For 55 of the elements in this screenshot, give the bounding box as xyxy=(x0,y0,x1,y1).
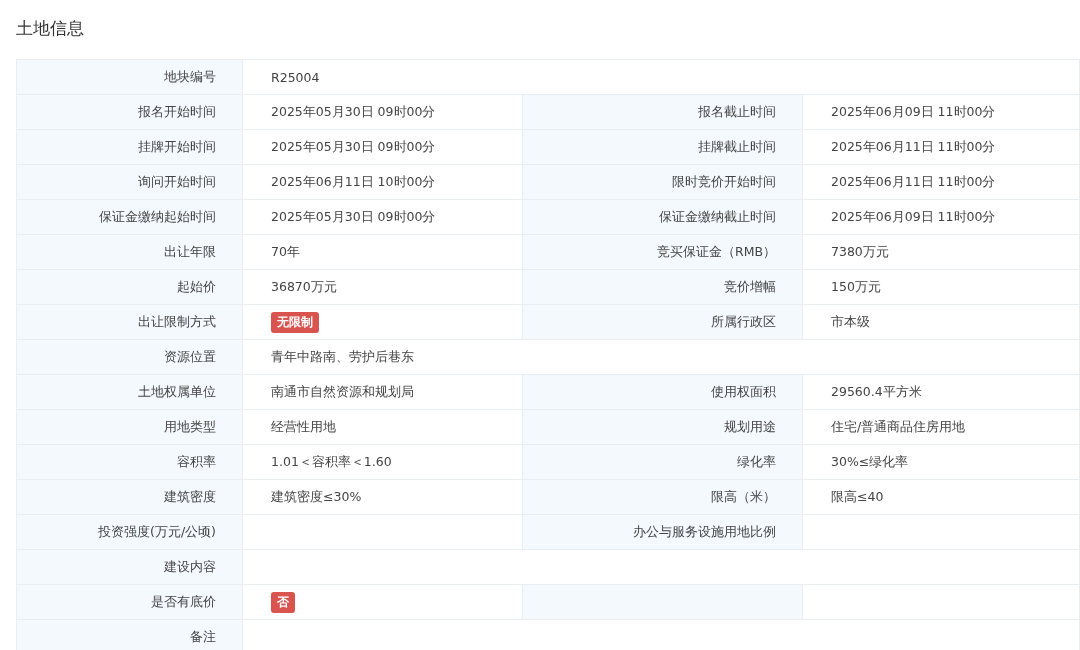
field-value: 150万元 xyxy=(831,278,881,296)
field-label: 备注 xyxy=(17,620,243,650)
field-label: 挂牌截止时间 xyxy=(523,130,803,165)
field-label: 绿化率 xyxy=(523,445,803,480)
field-label: 土地权属单位 xyxy=(17,375,243,410)
status-tag: 无限制 xyxy=(271,311,319,333)
field-label: 建设内容 xyxy=(17,550,243,585)
field-value: 29560.4平方米 xyxy=(831,383,922,401)
field-value: 市本级 xyxy=(831,313,870,331)
field-label: 限高（米） xyxy=(523,480,803,515)
field-label: 报名截止时间 xyxy=(523,95,803,130)
field-label: 资源位置 xyxy=(17,340,243,375)
field-value: 建筑密度≤30% xyxy=(271,488,362,506)
field-label: 竞价增幅 xyxy=(523,270,803,305)
field-label: 规划用途 xyxy=(523,410,803,445)
field-label: 竞买保证金（RMB） xyxy=(523,235,803,270)
field-label: 用地类型 xyxy=(17,410,243,445)
field-label: 起始价 xyxy=(17,270,243,305)
field-value: 2025年06月11日 10时00分 xyxy=(271,173,436,191)
field-value: 住宅/普通商品住房用地 xyxy=(831,418,966,436)
field-label: 是否有底价 xyxy=(17,585,243,620)
field-value: 1.01＜容积率＜1.60 xyxy=(271,453,392,471)
field-value: 2025年06月11日 11时00分 xyxy=(831,173,996,191)
field-value: 30%≤绿化率 xyxy=(831,453,909,471)
field-value: 青年中路南、劳护后巷东 xyxy=(271,348,414,366)
field-value: 2025年06月09日 11时00分 xyxy=(831,103,996,121)
field-label: 建筑密度 xyxy=(17,480,243,515)
field-value: 经营性用地 xyxy=(271,418,336,436)
field-label: 保证金缴纳截止时间 xyxy=(523,200,803,235)
field-label: 限时竞价开始时间 xyxy=(523,165,803,200)
field-label: 投资强度(万元/公顷) xyxy=(17,515,243,550)
field-value: 2025年06月09日 11时00分 xyxy=(831,208,996,226)
field-value: R25004 xyxy=(271,69,320,85)
field-label: 办公与服务设施用地比例 xyxy=(523,515,803,550)
field-value: 2025年06月11日 11时00分 xyxy=(831,138,996,156)
section-title: 土地信息 xyxy=(15,17,85,40)
field-label: 出让年限 xyxy=(17,235,243,270)
field-value: 7380万元 xyxy=(831,243,889,261)
status-tag: 否 xyxy=(271,591,295,613)
field-value: 36870万元 xyxy=(271,278,337,296)
field-label: 容积率 xyxy=(17,445,243,480)
field-label: 保证金缴纳起始时间 xyxy=(17,200,243,235)
field-label: 询问开始时间 xyxy=(17,165,243,200)
field-value: 2025年05月30日 09时00分 xyxy=(271,138,436,156)
field-label: 使用权面积 xyxy=(523,375,803,410)
field-label: 所属行政区 xyxy=(523,305,803,340)
field-label: 报名开始时间 xyxy=(17,95,243,130)
field-label: 出让限制方式 xyxy=(17,305,243,340)
field-value: 限高≤40 xyxy=(831,488,884,506)
field-value: 70年 xyxy=(271,243,300,261)
field-value: 南通市自然资源和规划局 xyxy=(271,383,414,401)
field-label: 地块编号 xyxy=(17,60,243,95)
field-value: 2025年05月30日 09时00分 xyxy=(271,103,436,121)
field-value: 2025年05月30日 09时00分 xyxy=(271,208,436,226)
field-label: 挂牌开始时间 xyxy=(17,130,243,165)
